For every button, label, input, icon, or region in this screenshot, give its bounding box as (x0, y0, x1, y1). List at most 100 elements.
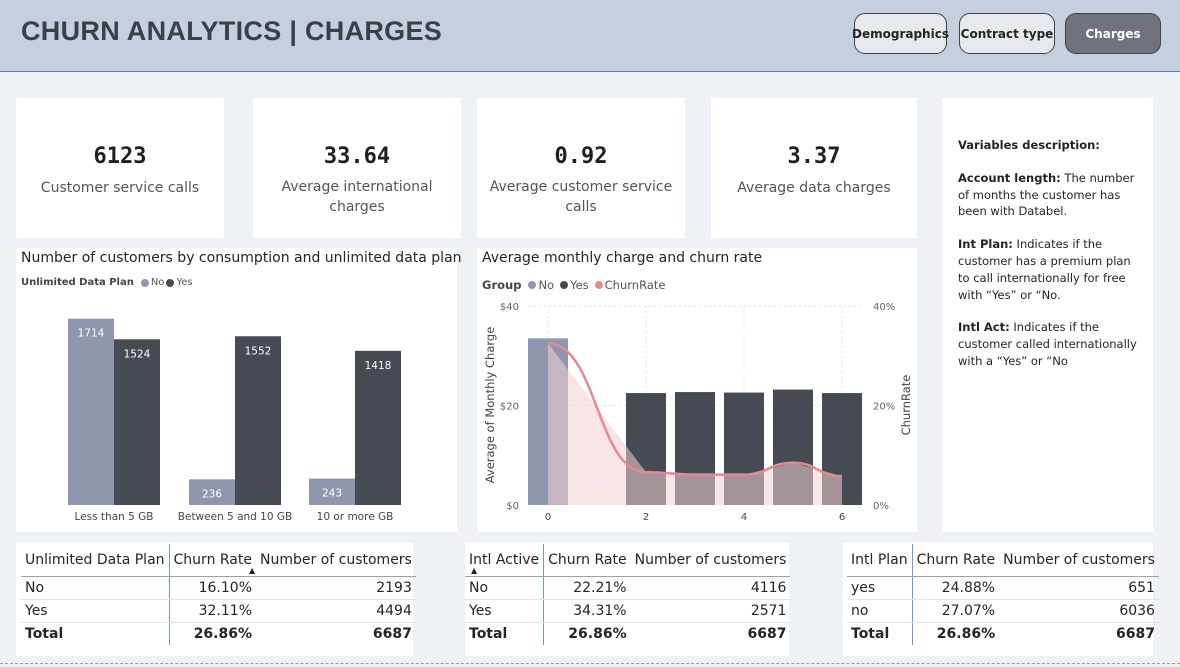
kpi-card-average-international-charges: 33.64 Average international charges (253, 98, 461, 238)
y-axis-title: Average of Monthly Charge (483, 327, 497, 484)
intl-plan-table: Intl Plan Churn Rate Number of customers… (847, 544, 1159, 645)
table-cell: no (847, 599, 913, 623)
description-term: Account length: (958, 170, 1061, 185)
table-row: Yes 32.11% 4494 (21, 599, 416, 623)
column-header[interactable]: Number of customers (256, 544, 416, 577)
bar-yes (355, 350, 401, 505)
column-header[interactable]: Unlimited Data Plan (21, 544, 170, 577)
sort-arrow-icon[interactable]: ▲ (471, 566, 477, 575)
monthly-charge-churn-chart: Average monthly charge and churn rate Gr… (477, 248, 917, 532)
kpi-value: 33.64 (323, 144, 391, 169)
table-total-row: Total 26.86% 6687 (465, 622, 790, 645)
unlimited-data-plan-table-card: Unlimited Data Plan Churn Rate Number of… (16, 542, 416, 656)
x-tick-label: 10 or more GB (317, 511, 394, 523)
column-header[interactable]: Churn Rate (543, 544, 631, 577)
unlimited-data-plan-table: Unlimited Data Plan Churn Rate Number of… (21, 544, 416, 645)
description-item-account-length: Account length: The number of months the… (958, 170, 1142, 220)
table-cell: 26.86% (193, 625, 252, 642)
table-cell: Total (847, 622, 913, 645)
header-bar: CHURN ANALYTICS | CHARGES Demographics C… (0, 0, 1180, 72)
data-label: 1714 (78, 328, 105, 340)
table-cell: 6687 (1115, 625, 1155, 642)
bar-chart-svg: 1714 1524 Less than 5 GB 236 1552 Between 5 a… (68, 318, 401, 523)
y-tick-label: $40 (500, 302, 519, 313)
kpi-label: Customer service calls (40, 180, 200, 196)
description-term: Intl Act: (958, 320, 1010, 335)
table-row: no 27.07% 6036 (847, 599, 1159, 623)
table-row: yes 24.88% 651 (847, 576, 1159, 600)
y2-tick-label: 20% (873, 402, 895, 413)
table-row: No 22.21% 4116 (465, 576, 791, 600)
kpi-card-average-customer-service-calls: 0.92 Average customer service calls (477, 98, 685, 238)
table-cell: 22.21% (543, 576, 631, 600)
table-cell: 24.88% (912, 576, 1000, 600)
intl-plan-table-card: Intl Plan Churn Rate Number of customers… (843, 542, 1159, 656)
table-cell: 6687 (747, 625, 787, 642)
data-label: 1418 (365, 360, 392, 372)
table-cell: 2571 (630, 599, 791, 623)
column-header[interactable]: Churn Rate (169, 544, 256, 577)
data-label: 1552 (245, 345, 272, 357)
table-total-row: Total 26.86% 6687 (847, 622, 1159, 645)
table-cell: 6036 (999, 599, 1159, 623)
column-header[interactable]: Number of customers (630, 544, 791, 577)
table-cell: Total (465, 622, 545, 645)
x-tick-label: Less than 5 GB (75, 511, 154, 523)
combo-chart-svg: $0 $20 $40 0% 20% 40% 0 2 4 6 Average of Monthly C… (483, 302, 913, 523)
table-row: No 16.10% 2193 (21, 576, 416, 600)
table-cell: Total (21, 622, 170, 645)
description-item-intl-act: Intl Act: Indicates if the customer call… (958, 319, 1142, 369)
table-cell: 27.07% (912, 599, 1000, 623)
kpi-label: Average data charges (737, 180, 891, 196)
table-cell: No (21, 576, 170, 600)
sort-arrow-icon[interactable]: ▲ (249, 566, 255, 575)
y2-axis-title: ChurnRate (899, 375, 913, 436)
variables-description-card: Variables description: Account length: T… (942, 98, 1153, 532)
data-label: 243 (322, 488, 342, 500)
table-row: Yes 34.31% 2571 (465, 599, 791, 623)
table-cell: 4116 (630, 576, 791, 600)
table-cell: yes (847, 576, 913, 600)
table-cell: 6687 (372, 625, 412, 642)
intl-active-table: Intl Active Churn Rate Number of custome… (465, 544, 791, 645)
description-heading: Variables description: (958, 138, 1100, 152)
table-cell: No (465, 576, 545, 600)
data-label: 1524 (124, 348, 151, 360)
table-cell: 2193 (256, 576, 416, 600)
bar-yes (235, 336, 281, 505)
table-cell: 26.86% (936, 625, 996, 642)
bar-no (68, 318, 114, 505)
description-term: Int Plan: (958, 237, 1013, 252)
table-total-row: Total 26.86% 6687 (21, 622, 416, 645)
nav-button-charges[interactable]: Charges (1065, 13, 1161, 54)
column-header[interactable]: Churn Rate (912, 544, 1000, 577)
table-cell: 26.86% (568, 625, 627, 642)
variables-description: Variables description: Account length: T… (958, 137, 1142, 386)
column-header[interactable]: Intl Plan (847, 544, 913, 577)
table-cell: 16.10% (169, 576, 256, 600)
table-cell: Yes (465, 599, 545, 623)
kpi-card-average-data-charges: 3.37 Average data charges (711, 98, 917, 238)
table-cell: 32.11% (169, 599, 256, 623)
kpi-card-customer-service-calls: 6123 Customer service calls (16, 98, 224, 238)
nav-button-demographics[interactable]: Demographics (852, 13, 949, 54)
page-divider (0, 663, 1180, 664)
x-tick-label: 2 (643, 512, 649, 523)
kpi-value: 0.92 (554, 144, 608, 169)
y-tick-label: $20 (500, 402, 519, 413)
x-tick-label: 0 (545, 512, 551, 523)
y-tick-label: $0 (506, 501, 519, 512)
data-label: 236 (202, 488, 222, 500)
page-title: CHURN ANALYTICS | CHARGES (21, 16, 443, 46)
nav-button-contract-type[interactable]: Contract type (959, 13, 1055, 54)
x-tick-label: 6 (839, 512, 845, 523)
column-header[interactable]: Number of customers (999, 544, 1159, 577)
kpi-label: Average customer service calls (489, 179, 673, 215)
table-cell: 651 (999, 576, 1159, 600)
kpi-label: Average international charges (281, 179, 433, 215)
x-tick-label: 4 (741, 512, 747, 523)
description-item-int-plan: Int Plan: Indicates if the customer has … (958, 236, 1142, 303)
customers-by-consumption-chart: Number of customers by consumption and u… (16, 248, 462, 532)
bar-yes (114, 339, 160, 505)
kpi-value: 6123 (93, 144, 147, 169)
